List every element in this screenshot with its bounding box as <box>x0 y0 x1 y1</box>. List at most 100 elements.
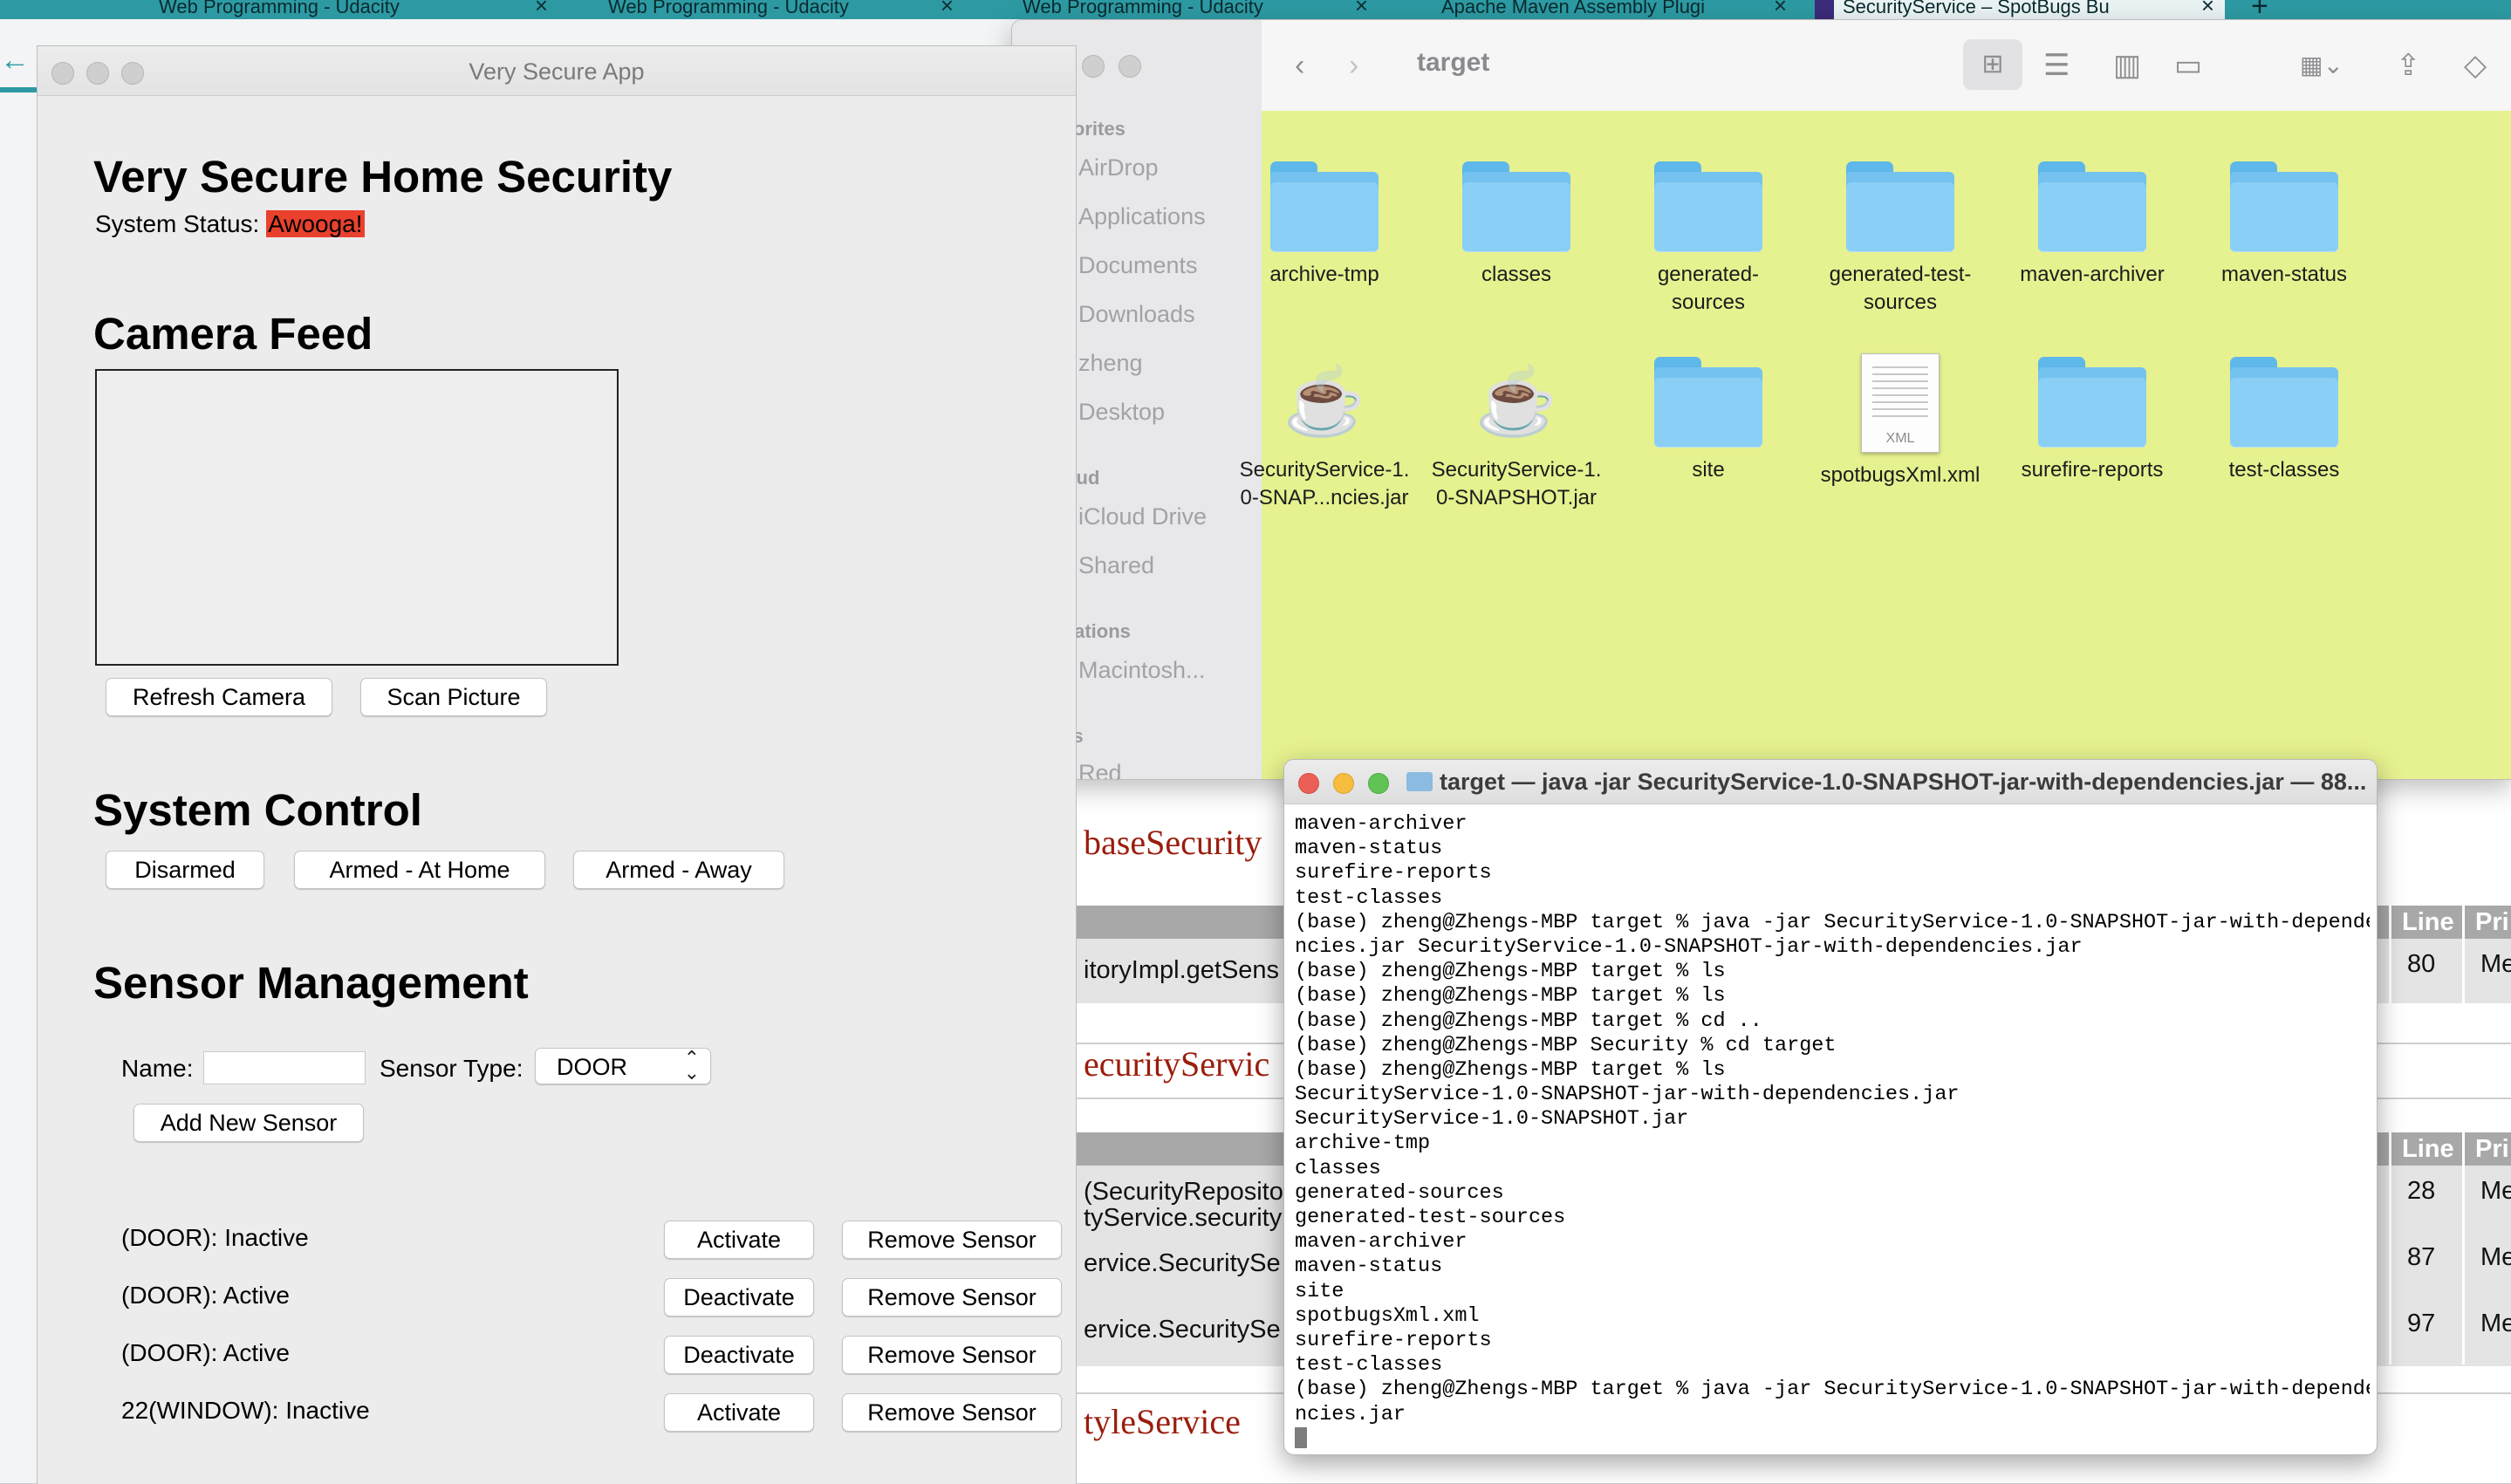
report-section-title: ecurityServic <box>1084 1044 1270 1084</box>
sidebar-item-label: Documents <box>1078 252 1198 278</box>
folder-test-classes[interactable]: test-classes <box>2188 357 2380 484</box>
file-name: maven-archiver <box>2020 263 2165 286</box>
terminal-line: (base) zheng@Zhengs-MBP target % cd .. <box>1295 1009 1762 1033</box>
folder-archive-tmp[interactable]: archive-tmp <box>1228 161 1420 289</box>
report-method: tyService.security <box>1084 1204 1283 1232</box>
spotbugs-favicon-icon <box>1815 0 1834 19</box>
remove-sensor-button[interactable]: Remove Sensor <box>842 1393 1062 1432</box>
up-down-chevron-icon: ⌃ ⌄ <box>683 1047 700 1084</box>
icon-view-grid-icon[interactable]: ⊞ <box>1963 39 2022 90</box>
column-header-priority: Pri <box>2462 1132 2511 1166</box>
report-method: ervice.SecuritySe <box>1084 1249 1281 1277</box>
folder-site[interactable]: site <box>1612 357 1804 484</box>
terminal-line: (base) zheng@Zhengs-MBP Security % cd ta… <box>1295 1033 1837 1057</box>
folder-generated-test-sources[interactable]: generated-test- sources <box>1804 161 1996 317</box>
tab-title: Web Programming - Udacity <box>159 0 400 17</box>
finder-file-grid: archive-tmp classes generated- sources g… <box>1240 111 2511 779</box>
report-line: 80 <box>2389 939 2460 1003</box>
folder-icon <box>1654 161 1762 252</box>
remove-sensor-button[interactable]: Remove Sensor <box>842 1221 1062 1259</box>
report-line: 28 <box>2389 1166 2460 1232</box>
share-icon[interactable]: ⇪ <box>2396 48 2421 83</box>
report-priority: Me <box>2462 1298 2511 1364</box>
terminal-output[interactable]: maven-archiver maven-status surefire-rep… <box>1295 812 2370 1454</box>
folder-surefire-reports[interactable]: surefire-reports <box>1996 357 2188 484</box>
file-snapshot-jar[interactable]: ☕ SecurityService-1. 0-SNAPSHOT.jar <box>1420 357 1612 512</box>
file-jar-with-dependencies[interactable]: ☕ SecurityService-1. 0-SNAP...ncies.jar <box>1228 357 1420 512</box>
browser-back-icon[interactable]: ← <box>0 44 35 79</box>
sensor-name-input[interactable] <box>203 1051 366 1084</box>
terminal-line: (base) zheng@Zhengs-MBP target % ls <box>1295 1057 1726 1082</box>
file-name: generated-test- sources <box>1829 263 1972 314</box>
remove-sensor-button[interactable]: Remove Sensor <box>842 1278 1062 1316</box>
sidebar-item-label: AirDrop <box>1078 154 1159 181</box>
terminal-line: generated-test-sources <box>1295 1206 1566 1229</box>
armed-away-button[interactable]: Armed - Away <box>573 851 784 889</box>
browser-tab[interactable]: Web Programming - Udacity × <box>131 0 558 19</box>
terminal-line: ncies.jar SecurityService-1.0-SNAPSHOT-j… <box>1295 934 2083 959</box>
close-tab-icon[interactable]: × <box>2201 0 2214 17</box>
java-coffee-cup-icon: ☕ <box>1283 365 1366 439</box>
folder-generated-sources[interactable]: generated- sources <box>1612 161 1804 317</box>
back-chevron-icon[interactable]: ‹ <box>1295 48 1304 83</box>
sensor-row-label: 22(WINDOW): Inactive <box>121 1397 370 1424</box>
close-tab-icon[interactable]: × <box>941 0 954 17</box>
folder-maven-archiver[interactable]: maven-archiver <box>1996 161 2188 289</box>
window-zoom-button[interactable] <box>1368 773 1389 794</box>
activate-sensor-button[interactable]: Activate <box>664 1221 814 1259</box>
window-zoom-button[interactable] <box>1119 55 1141 78</box>
window-minimize-button[interactable] <box>1082 55 1105 78</box>
gallery-view-icon[interactable]: ▭ <box>2174 48 2202 83</box>
report-priority: Me <box>2462 939 2511 1003</box>
browser-tab[interactable]: Web Programming - Udacity × <box>995 0 1379 19</box>
report-method: (SecurityReposito <box>1084 1178 1283 1206</box>
column-view-icon[interactable]: ▥ <box>2113 48 2141 83</box>
browser-tab[interactable]: Apache Maven Assembly Plugi × <box>1413 0 1797 19</box>
folder-maven-status[interactable]: maven-status <box>2188 161 2380 289</box>
report-priority: Me <box>2462 1166 2511 1232</box>
sidebar-item-label: Applications <box>1078 203 1206 229</box>
report-method: itoryImpl.getSens <box>1084 956 1280 984</box>
disarmed-button[interactable]: Disarmed <box>106 851 264 889</box>
remove-sensor-button[interactable]: Remove Sensor <box>842 1336 1062 1374</box>
sensor-type-select[interactable]: DOOR ⌃ ⌄ <box>535 1048 711 1084</box>
folder-classes[interactable]: classes <box>1420 161 1612 289</box>
scan-picture-button[interactable]: Scan Picture <box>360 678 547 716</box>
xml-document-icon: XML <box>1861 353 1940 453</box>
report-method: ervice.SecuritySe <box>1084 1316 1281 1344</box>
camera-feed-image <box>95 369 619 666</box>
file-name: SecurityService-1. 0-SNAPSHOT.jar <box>1431 458 1602 509</box>
report-line: 87 <box>2389 1232 2460 1298</box>
close-tab-icon[interactable]: × <box>535 0 548 17</box>
activate-sensor-button[interactable]: Activate <box>664 1393 814 1432</box>
terminal-line: SecurityService-1.0-SNAPSHOT-jar-with-de… <box>1295 1083 1960 1107</box>
deactivate-sensor-button[interactable]: Deactivate <box>664 1336 814 1374</box>
add-new-sensor-button[interactable]: Add New Sensor <box>133 1104 364 1142</box>
browser-tab-active[interactable]: SecurityService – SpotBugs Bu × <box>1815 0 2225 19</box>
folder-icon <box>2230 357 2338 448</box>
list-view-icon[interactable]: ☰ <box>2043 48 2070 83</box>
status-label: System Status: <box>95 210 260 237</box>
folder-icon <box>1270 161 1379 252</box>
tag-icon[interactable]: ◇ <box>2464 48 2487 83</box>
udacity-favicon-icon <box>995 0 1014 19</box>
new-tab-button[interactable]: + <box>2251 0 2286 19</box>
group-by-icon[interactable]: ▦⌄ <box>2300 48 2343 83</box>
terminal-line: (base) zheng@Zhengs-MBP target % ls <box>1295 984 1726 1009</box>
file-spotbugs-xml[interactable]: XML spotbugsXml.xml <box>1804 353 1996 489</box>
close-tab-icon[interactable]: × <box>1355 0 1368 17</box>
armed-at-home-button[interactable]: Armed - At Home <box>294 851 545 889</box>
window-close-button[interactable] <box>1298 773 1319 794</box>
folder-icon <box>2230 161 2338 252</box>
window-title: Very Secure App <box>469 58 645 85</box>
deactivate-sensor-button[interactable]: Deactivate <box>664 1278 814 1316</box>
refresh-camera-button[interactable]: Refresh Camera <box>106 678 332 716</box>
close-tab-icon[interactable]: × <box>1774 0 1787 17</box>
forward-chevron-icon[interactable]: › <box>1349 48 1358 83</box>
terminal-line: test-classes <box>1295 1353 1443 1378</box>
browser-tab[interactable]: Web Programming - Udacity × <box>580 0 964 19</box>
window-minimize-button[interactable] <box>1333 773 1354 794</box>
folder-icon <box>2038 161 2146 252</box>
finder-current-folder: target <box>1417 48 1490 77</box>
terminal-cursor-line <box>1295 1427 2370 1452</box>
